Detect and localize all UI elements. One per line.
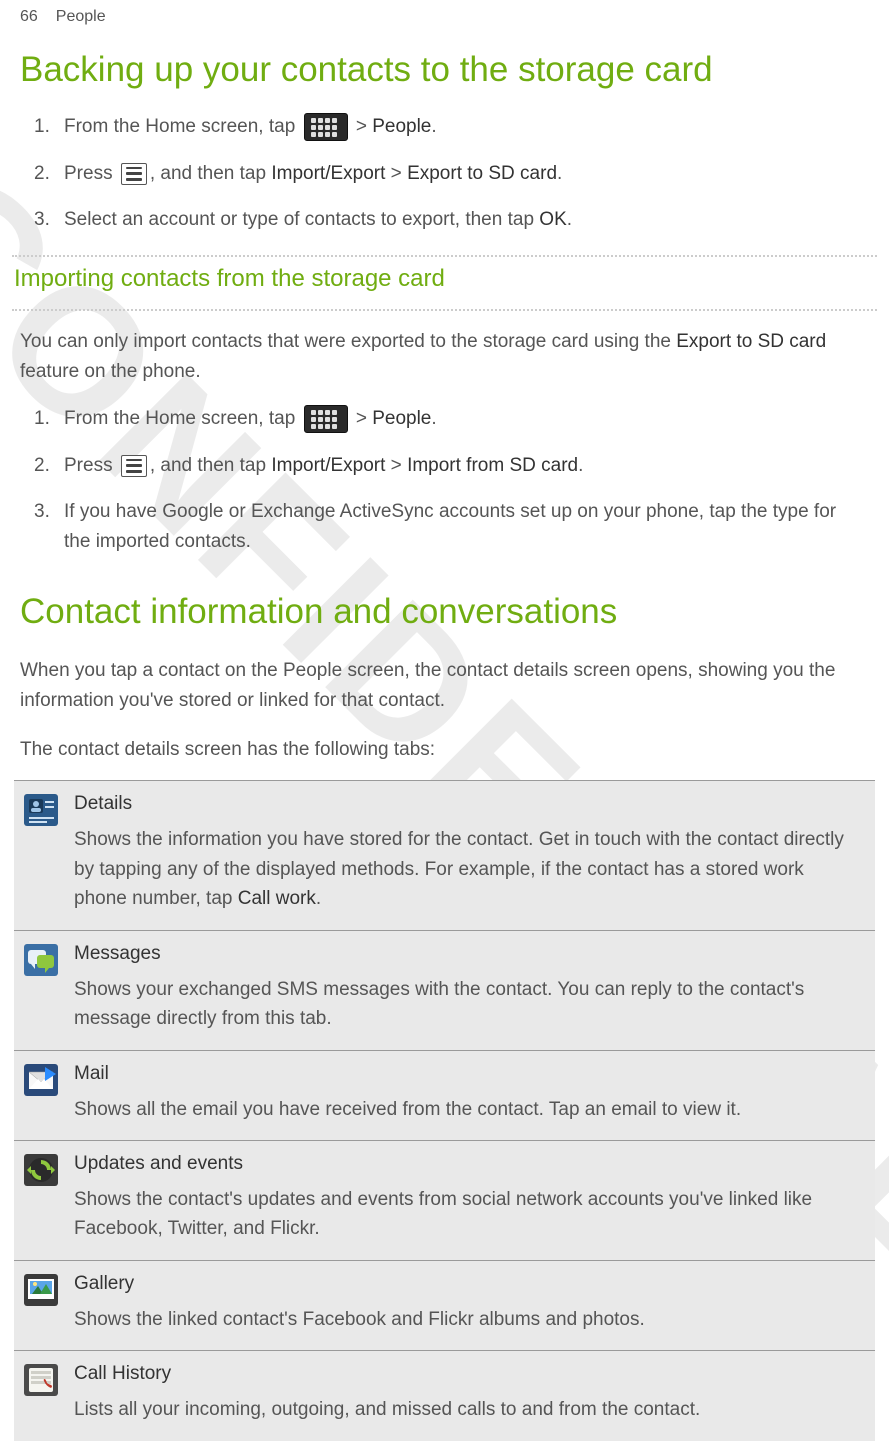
- step-text: .: [431, 116, 436, 137]
- export-step-2: Press , and then tap Import/Export > Exp…: [34, 151, 859, 197]
- step-text: .: [557, 163, 562, 184]
- tabs-table: Details Shows the information you have s…: [14, 780, 875, 1440]
- step-bold: People: [372, 116, 431, 137]
- tab-content: Updates and events Shows the contact's u…: [68, 1141, 875, 1260]
- menu-icon: [121, 163, 147, 185]
- text: feature on the phone.: [20, 361, 201, 382]
- apps-icon: [304, 113, 348, 141]
- tab-title: Mail: [74, 1063, 861, 1085]
- tab-content: Details Shows the information you have s…: [68, 781, 875, 929]
- tab-updates-row: Updates and events Shows the contact's u…: [14, 1141, 875, 1261]
- gallery-icon: [23, 1273, 59, 1307]
- step-text: >: [351, 116, 373, 137]
- contact-p1: When you tap a contact on the People scr…: [0, 646, 889, 725]
- tab-title: Gallery: [74, 1273, 861, 1295]
- call-history-icon: [23, 1363, 59, 1397]
- separator: [12, 255, 877, 257]
- import-intro: You can only import contacts that were e…: [0, 317, 889, 396]
- import-step-2: Press , and then tap Import/Export > Imp…: [34, 443, 859, 489]
- tab-gallery-row: Gallery Shows the linked contact's Faceb…: [14, 1261, 875, 1351]
- step-bold: Import from SD card: [407, 455, 578, 476]
- tab-content: Call History Lists all your incoming, ou…: [68, 1351, 875, 1440]
- import-step-1: From the Home screen, tap > People.: [34, 396, 859, 442]
- text: You can only import contacts that were e…: [20, 331, 676, 352]
- menu-icon: [121, 455, 147, 477]
- tab-messages-row: Messages Shows your exchanged SMS messag…: [14, 931, 875, 1051]
- import-steps: From the Home screen, tap > People. Pres…: [0, 396, 889, 566]
- step-text: Press: [64, 455, 118, 476]
- separator: [12, 309, 877, 311]
- tab-content: Mail Shows all the email you have receiv…: [68, 1051, 875, 1140]
- step-text: From the Home screen, tap: [64, 116, 301, 137]
- tab-icon-cell: [14, 1261, 68, 1350]
- page-header: 66 People: [0, 0, 889, 32]
- step-text: .: [567, 209, 572, 230]
- step-text: If you have Google or Exchange ActiveSyn…: [64, 501, 836, 552]
- tab-title: Call History: [74, 1363, 861, 1385]
- step-text: , and then tap: [150, 163, 272, 184]
- tab-title: Updates and events: [74, 1153, 861, 1175]
- export-step-1: From the Home screen, tap > People.: [34, 104, 859, 150]
- apps-icon: [304, 405, 348, 433]
- heading-contactinfo: Contact information and conversations: [0, 566, 889, 646]
- step-text: From the Home screen, tap: [64, 408, 301, 429]
- step-bold: People: [372, 408, 431, 429]
- tab-icon-cell: [14, 1051, 68, 1140]
- step-text: .: [578, 455, 583, 476]
- step-text: , and then tap: [150, 455, 272, 476]
- step-bold: Import/Export: [271, 163, 385, 184]
- tab-desc: Shows your exchanged SMS messages with t…: [74, 975, 861, 1034]
- heading-backup: Backing up your contacts to the storage …: [0, 32, 889, 104]
- heading-import: Importing contacts from the storage card: [0, 263, 889, 297]
- import-step-3: If you have Google or Exchange ActiveSyn…: [34, 489, 859, 566]
- step-text: Press: [64, 163, 118, 184]
- step-text: >: [385, 455, 407, 476]
- updates-icon: [23, 1153, 59, 1187]
- text: .: [316, 888, 321, 909]
- contact-p2: The contact details screen has the follo…: [0, 725, 889, 774]
- page-number: 66: [20, 8, 38, 26]
- tab-desc: Shows the information you have stored fo…: [74, 825, 861, 913]
- tab-content: Gallery Shows the linked contact's Faceb…: [68, 1261, 875, 1350]
- tab-icon-cell: [14, 931, 68, 1050]
- step-text: .: [431, 408, 436, 429]
- tab-icon-cell: [14, 1141, 68, 1260]
- tab-desc: Shows the linked contact's Facebook and …: [74, 1305, 861, 1334]
- tab-desc: Shows the contact's updates and events f…: [74, 1185, 861, 1244]
- mail-icon: [23, 1063, 59, 1097]
- export-step-3: Select an account or type of contacts to…: [34, 197, 859, 243]
- tab-title: Messages: [74, 943, 861, 965]
- text-bold: Export to SD card: [676, 331, 826, 352]
- section-name: People: [56, 8, 106, 26]
- export-steps: From the Home screen, tap > People. Pres…: [0, 104, 889, 243]
- messages-icon: [23, 943, 59, 977]
- tab-mail-row: Mail Shows all the email you have receiv…: [14, 1051, 875, 1141]
- tab-desc: Shows all the email you have received fr…: [74, 1095, 861, 1124]
- tab-call-row: Call History Lists all your incoming, ou…: [14, 1351, 875, 1440]
- tab-content: Messages Shows your exchanged SMS messag…: [68, 931, 875, 1050]
- text-bold: Call work: [238, 888, 316, 909]
- tab-desc: Lists all your incoming, outgoing, and m…: [74, 1395, 861, 1424]
- tab-icon-cell: [14, 1351, 68, 1440]
- text: Shows the information you have stored fo…: [74, 829, 844, 909]
- step-text: Select an account or type of contacts to…: [64, 209, 539, 230]
- details-icon: [23, 793, 59, 827]
- step-bold: Export to SD card: [407, 163, 557, 184]
- step-text: >: [351, 408, 373, 429]
- step-bold: OK: [539, 209, 566, 230]
- step-bold: Import/Export: [271, 455, 385, 476]
- tab-title: Details: [74, 793, 861, 815]
- tab-details-row: Details Shows the information you have s…: [14, 780, 875, 930]
- step-text: >: [385, 163, 407, 184]
- tab-icon-cell: [14, 781, 68, 929]
